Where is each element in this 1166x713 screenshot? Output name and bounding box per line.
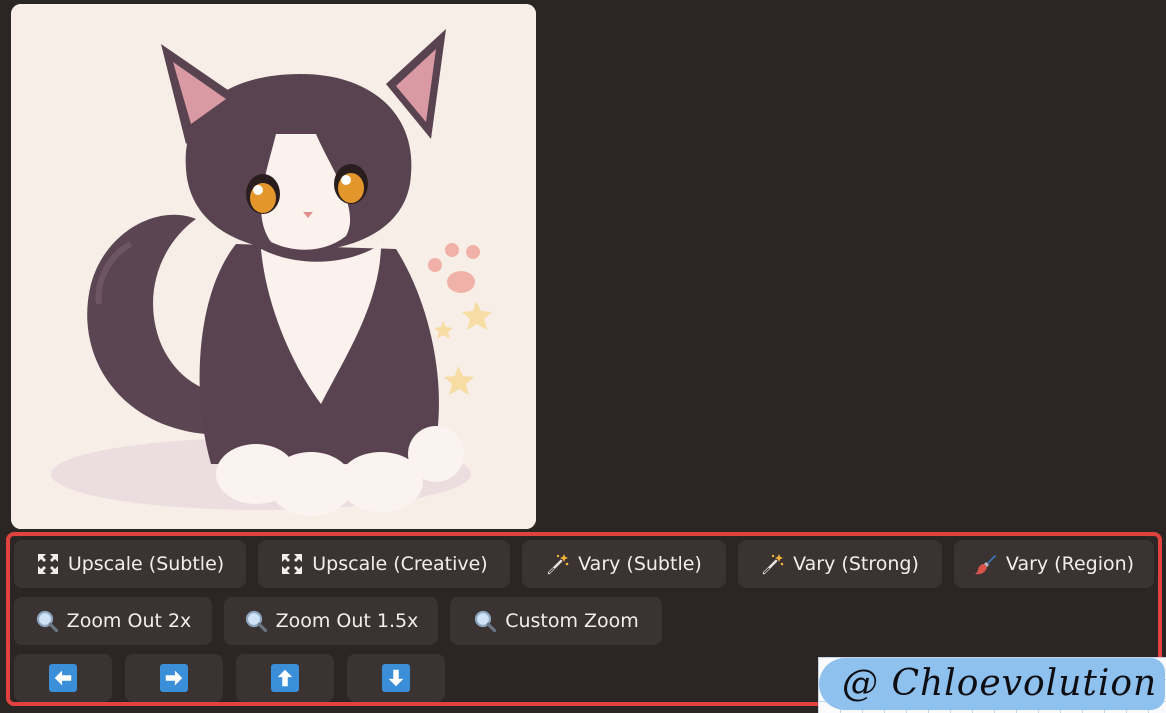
upscale-icon (36, 552, 60, 576)
magnifier-icon (244, 609, 268, 633)
pan-left-button[interactable] (14, 654, 112, 702)
zoom-out-1-5x-label: Zoom Out 1.5x (275, 610, 419, 632)
magnifier-icon (35, 609, 59, 633)
upscale-icon (280, 552, 304, 576)
custom-zoom-button[interactable]: Custom Zoom (450, 597, 662, 645)
upscale-subtle-button[interactable]: Upscale (Subtle) (14, 540, 246, 588)
pan-down-button[interactable] (347, 654, 445, 702)
app-page: Upscale (Subtle) Upscale (Creative) Vary… (0, 0, 1166, 713)
pan-up-button[interactable] (236, 654, 334, 702)
magic-wand-icon (761, 552, 785, 576)
vary-subtle-button[interactable]: Vary (Subtle) (522, 540, 726, 588)
vary-strong-label: Vary (Strong) (793, 553, 919, 575)
arrow-up-icon (271, 664, 299, 692)
vary-region-label: Vary (Region) (1005, 553, 1135, 575)
zoom-out-2x-button[interactable]: Zoom Out 2x (14, 597, 212, 645)
magic-wand-icon (546, 552, 570, 576)
zoom-out-1-5x-button[interactable]: Zoom Out 1.5x (224, 597, 438, 645)
paintbrush-icon (974, 552, 998, 576)
vary-strong-button[interactable]: Vary (Strong) (738, 540, 942, 588)
zoom-out-2x-label: Zoom Out 2x (66, 610, 192, 632)
arrow-down-icon (382, 664, 410, 692)
upscale-creative-button[interactable]: Upscale (Creative) (258, 540, 510, 588)
pan-right-button[interactable] (125, 654, 223, 702)
arrow-left-icon (49, 664, 77, 692)
watermark: @ Chloevolution (818, 657, 1166, 713)
arrow-right-icon (160, 664, 188, 692)
magnifier-icon (473, 609, 497, 633)
kitten-illustration (11, 4, 536, 529)
custom-zoom-label: Custom Zoom (505, 610, 639, 632)
upscale-subtle-label: Upscale (Subtle) (67, 553, 225, 575)
vary-region-button[interactable]: Vary (Region) (954, 540, 1154, 588)
generated-image[interactable] (11, 4, 536, 529)
upscale-creative-label: Upscale (Creative) (312, 553, 488, 575)
vary-subtle-label: Vary (Subtle) (578, 553, 702, 575)
watermark-text: @ Chloevolution (842, 663, 1158, 704)
